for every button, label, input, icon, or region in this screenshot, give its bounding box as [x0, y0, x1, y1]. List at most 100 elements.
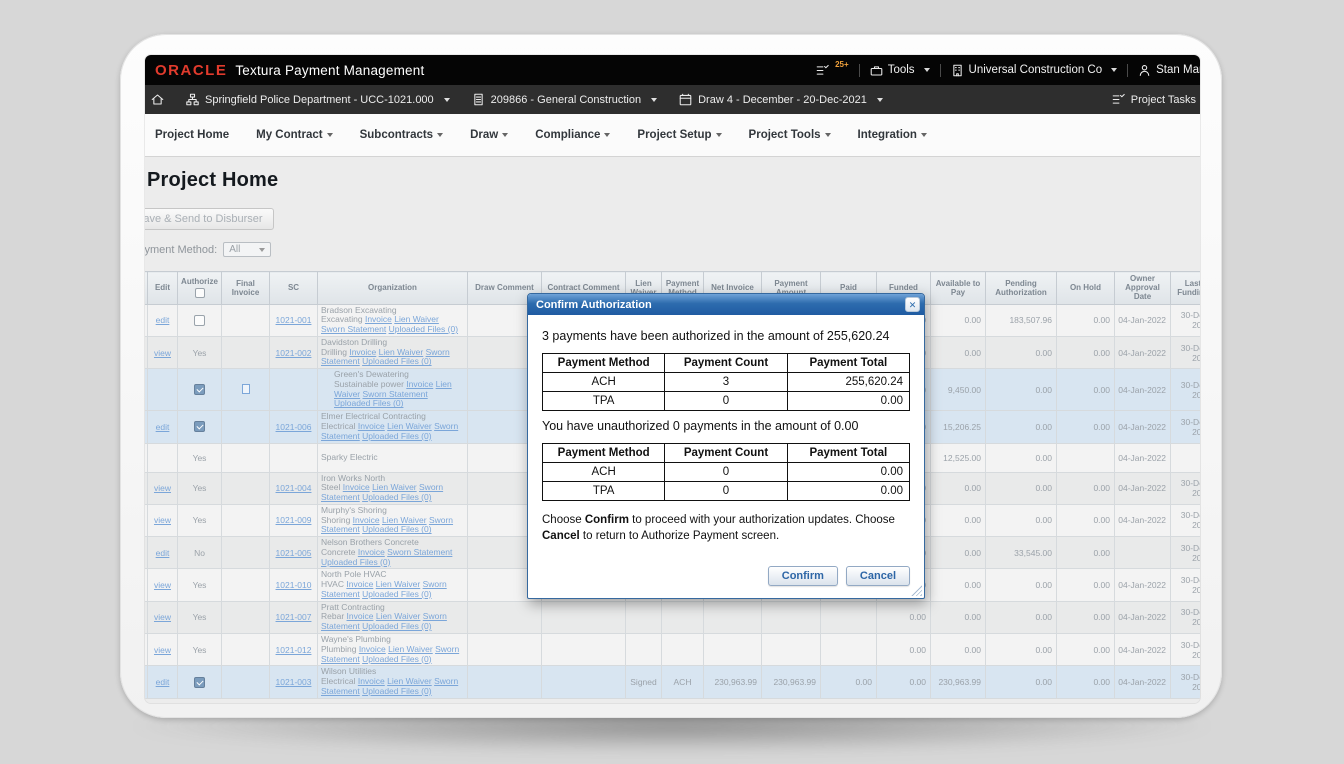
- edit-link[interactable]: edit: [156, 422, 170, 432]
- org-doc-link[interactable]: Uploaded Files (0): [362, 492, 431, 502]
- view-link[interactable]: view: [154, 483, 171, 493]
- org-doc-link[interactable]: Sworn Statement: [321, 324, 386, 334]
- org-doc-link[interactable]: Invoice: [346, 579, 373, 589]
- home-button[interactable]: [151, 93, 164, 106]
- org-doc-link[interactable]: Invoice: [347, 611, 374, 621]
- menu-item-subcontracts[interactable]: Subcontracts: [360, 129, 444, 141]
- authorize-status: Yes: [193, 453, 207, 463]
- menu-item-project-home[interactable]: Project Home: [155, 129, 229, 141]
- totals-funded: 0.00: [877, 698, 931, 703]
- view-link[interactable]: view: [154, 580, 171, 590]
- org-doc-link[interactable]: Sworn Statement: [363, 389, 428, 399]
- payment-method-select[interactable]: All: [223, 242, 271, 257]
- instruction-keyword: Confirm: [585, 514, 629, 526]
- sc-link[interactable]: 1021-007: [276, 612, 312, 622]
- org-doc-link[interactable]: Uploaded Files (0): [334, 398, 403, 408]
- org-doc-link[interactable]: Invoice: [358, 676, 385, 686]
- close-button[interactable]: ✕: [905, 297, 920, 312]
- sc-link[interactable]: 1021-012: [276, 645, 312, 655]
- edit-link[interactable]: edit: [156, 548, 170, 558]
- org-doc-link[interactable]: Invoice: [406, 379, 433, 389]
- org-doc-link[interactable]: Uploaded Files (0): [362, 431, 431, 441]
- org-doc-link[interactable]: Lien Waiver: [376, 579, 421, 589]
- org-doc-link[interactable]: Uploaded Files (0): [362, 654, 431, 664]
- sc-link[interactable]: 1021-006: [276, 422, 312, 432]
- org-doc-link[interactable]: Lien Waiver: [379, 347, 424, 357]
- available_to_pay-cell: 0.00: [931, 336, 986, 368]
- authorize-checkbox[interactable]: [194, 315, 205, 326]
- contract_comment-cell: [542, 634, 626, 666]
- org-doc-link[interactable]: Lien Waiver: [382, 515, 427, 525]
- payment-table-header: Payment Count: [665, 444, 787, 463]
- org-doc-link[interactable]: Sworn Statement: [387, 547, 452, 557]
- org-doc-link[interactable]: Lien Waiver: [372, 482, 417, 492]
- org-doc-link[interactable]: Invoice: [358, 547, 385, 557]
- org-doc-link[interactable]: Uploaded Files (0): [389, 324, 458, 334]
- final-invoice-icon[interactable]: [242, 384, 250, 394]
- column-label: Contract Comment: [543, 283, 624, 292]
- org-doc-link[interactable]: Lien Waiver: [387, 676, 432, 686]
- menu-item-compliance[interactable]: Compliance: [535, 129, 610, 141]
- sc-link[interactable]: 1021-005: [276, 548, 312, 558]
- draw-label: Draw 4 - December - 20-Dec-2021: [698, 94, 867, 106]
- organization-desc: Sustainable power: [334, 379, 406, 389]
- org-doc-link[interactable]: Lien Waiver: [388, 644, 433, 654]
- edit-link[interactable]: edit: [156, 315, 170, 325]
- sc-link[interactable]: 1021-003: [276, 677, 312, 687]
- sc-link[interactable]: 1021-001: [276, 315, 312, 325]
- org-doc-link[interactable]: Uploaded Files (0): [362, 589, 431, 599]
- payment-method-cell: ACH: [543, 463, 665, 482]
- cancel-button[interactable]: Cancel: [846, 566, 910, 586]
- view-link[interactable]: view: [154, 348, 171, 358]
- org-doc-link[interactable]: Invoice: [349, 347, 376, 357]
- menu-item-project-tools[interactable]: Project Tools: [749, 129, 831, 141]
- sc-link[interactable]: 1021-009: [276, 515, 312, 525]
- edit-link[interactable]: edit: [156, 677, 170, 687]
- project-selector[interactable]: Springfield Police Department - UCC-1021…: [186, 93, 450, 106]
- user-menu[interactable]: Stan Mart: [1138, 64, 1200, 77]
- menu-item-project-setup[interactable]: Project Setup: [637, 129, 721, 141]
- payment-count-cell: 0: [665, 463, 787, 482]
- org-doc-link[interactable]: Invoice: [343, 482, 370, 492]
- menu-item-my-contract[interactable]: My Contract: [256, 129, 332, 141]
- view-link[interactable]: view: [154, 645, 171, 655]
- org-doc-link[interactable]: Invoice: [353, 515, 380, 525]
- instruction-keyword: Cancel: [542, 530, 580, 542]
- select-all-checkbox[interactable]: [195, 288, 205, 298]
- organization-links: Electrical Invoice Lien Waiver Sworn Sta…: [321, 422, 464, 442]
- save-send-disburser-button[interactable]: Save & Send to Disburser: [145, 208, 274, 230]
- authorize-checkbox[interactable]: [194, 421, 205, 432]
- sc-link[interactable]: 1021-004: [276, 483, 312, 493]
- org-doc-link[interactable]: Uploaded Files (0): [362, 686, 431, 696]
- project-tasks-button[interactable]: Project Tasks: [1112, 93, 1200, 106]
- company-menu[interactable]: Universal Construction Co: [951, 64, 1118, 77]
- org-doc-link[interactable]: Uploaded Files (0): [362, 621, 431, 631]
- org-doc-link[interactable]: Lien Waiver: [394, 314, 439, 324]
- sc-cell: 1021-012: [270, 634, 318, 666]
- authorize-checkbox[interactable]: [194, 384, 205, 395]
- divider: [859, 64, 860, 77]
- org-doc-link[interactable]: Uploaded Files (0): [321, 557, 390, 567]
- org-doc-link[interactable]: Lien Waiver: [387, 421, 432, 431]
- view-link[interactable]: view: [154, 515, 171, 525]
- menu-item-draw[interactable]: Draw: [470, 129, 508, 141]
- org-doc-link[interactable]: Uploaded Files (0): [362, 524, 431, 534]
- draw-selector[interactable]: Draw 4 - December - 20-Dec-2021: [679, 93, 883, 106]
- confirm-button[interactable]: Confirm: [768, 566, 838, 586]
- org-doc-link[interactable]: Lien Waiver: [376, 611, 421, 621]
- authorize-cell: Yes: [178, 504, 222, 536]
- menu-item-integration[interactable]: Integration: [858, 129, 927, 141]
- contract-selector[interactable]: 209866 - General Construction: [472, 93, 657, 106]
- sc-link[interactable]: 1021-010: [276, 580, 312, 590]
- dialog-titlebar[interactable]: Confirm Authorization ✕: [528, 294, 924, 315]
- tools-menu[interactable]: Tools: [870, 64, 930, 77]
- notifications-button[interactable]: 25+: [816, 64, 849, 77]
- authorize-checkbox[interactable]: [194, 677, 205, 688]
- org-doc-link[interactable]: Uploaded Files (0): [362, 356, 431, 366]
- org-doc-link[interactable]: Invoice: [365, 314, 392, 324]
- sc-link[interactable]: 1021-002: [276, 348, 312, 358]
- sc-cell: 1021-003: [270, 666, 318, 698]
- org-doc-link[interactable]: Invoice: [358, 421, 385, 431]
- view-link[interactable]: view: [154, 612, 171, 622]
- org-doc-link[interactable]: Invoice: [359, 644, 386, 654]
